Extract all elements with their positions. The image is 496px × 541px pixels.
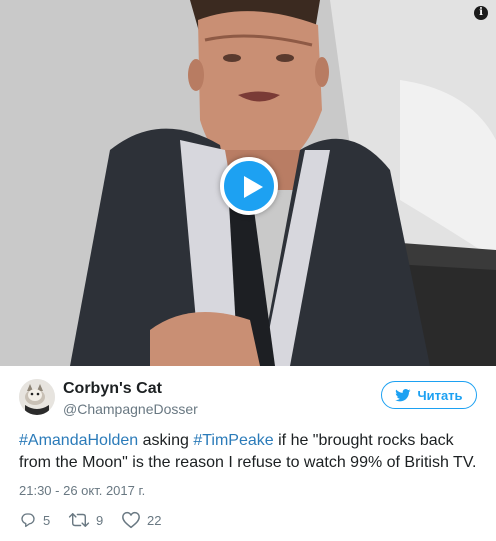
play-icon <box>244 176 263 198</box>
retweet-count: 9 <box>96 512 104 528</box>
tweet-timestamp[interactable]: 21:30 - 26 окт. 2017 г. <box>19 483 145 498</box>
tweet-header: Corbyn's Cat @ChampagneDosser Читать <box>19 379 479 419</box>
author-name[interactable]: Corbyn's Cat <box>63 380 162 398</box>
retweet-button[interactable]: 9 <box>68 509 103 531</box>
like-count: 22 <box>147 512 162 528</box>
tweet-actions: 5 9 22 <box>19 509 319 531</box>
reply-count: 5 <box>43 512 51 528</box>
follow-button[interactable]: Читать <box>381 381 477 409</box>
author-handle[interactable]: @ChampagneDosser <box>63 401 198 417</box>
tweet-embed: i Corbyn's Cat @ChampagneDosser Читать #… <box>0 0 496 541</box>
video-media[interactable]: i <box>0 0 496 366</box>
retweet-icon <box>68 513 90 527</box>
heart-icon <box>122 511 140 529</box>
avatar[interactable] <box>19 379 55 415</box>
bird-icon <box>395 388 411 401</box>
hashtag-amandaholden[interactable]: #AmandaHolden <box>19 432 138 449</box>
cat-avatar-icon <box>19 379 55 415</box>
like-button[interactable]: 22 <box>121 509 161 531</box>
play-button[interactable] <box>220 157 278 215</box>
follow-label: Читать <box>417 387 463 403</box>
hashtag-timpeake[interactable]: #TimPeake <box>193 432 273 449</box>
tweet-text-part: asking <box>138 432 194 449</box>
tweet-text: #AmandaHolden asking #TimPeake if he "br… <box>19 430 489 474</box>
info-icon[interactable]: i <box>474 6 488 20</box>
reply-button[interactable]: 5 <box>19 509 50 531</box>
reply-icon <box>21 513 35 528</box>
